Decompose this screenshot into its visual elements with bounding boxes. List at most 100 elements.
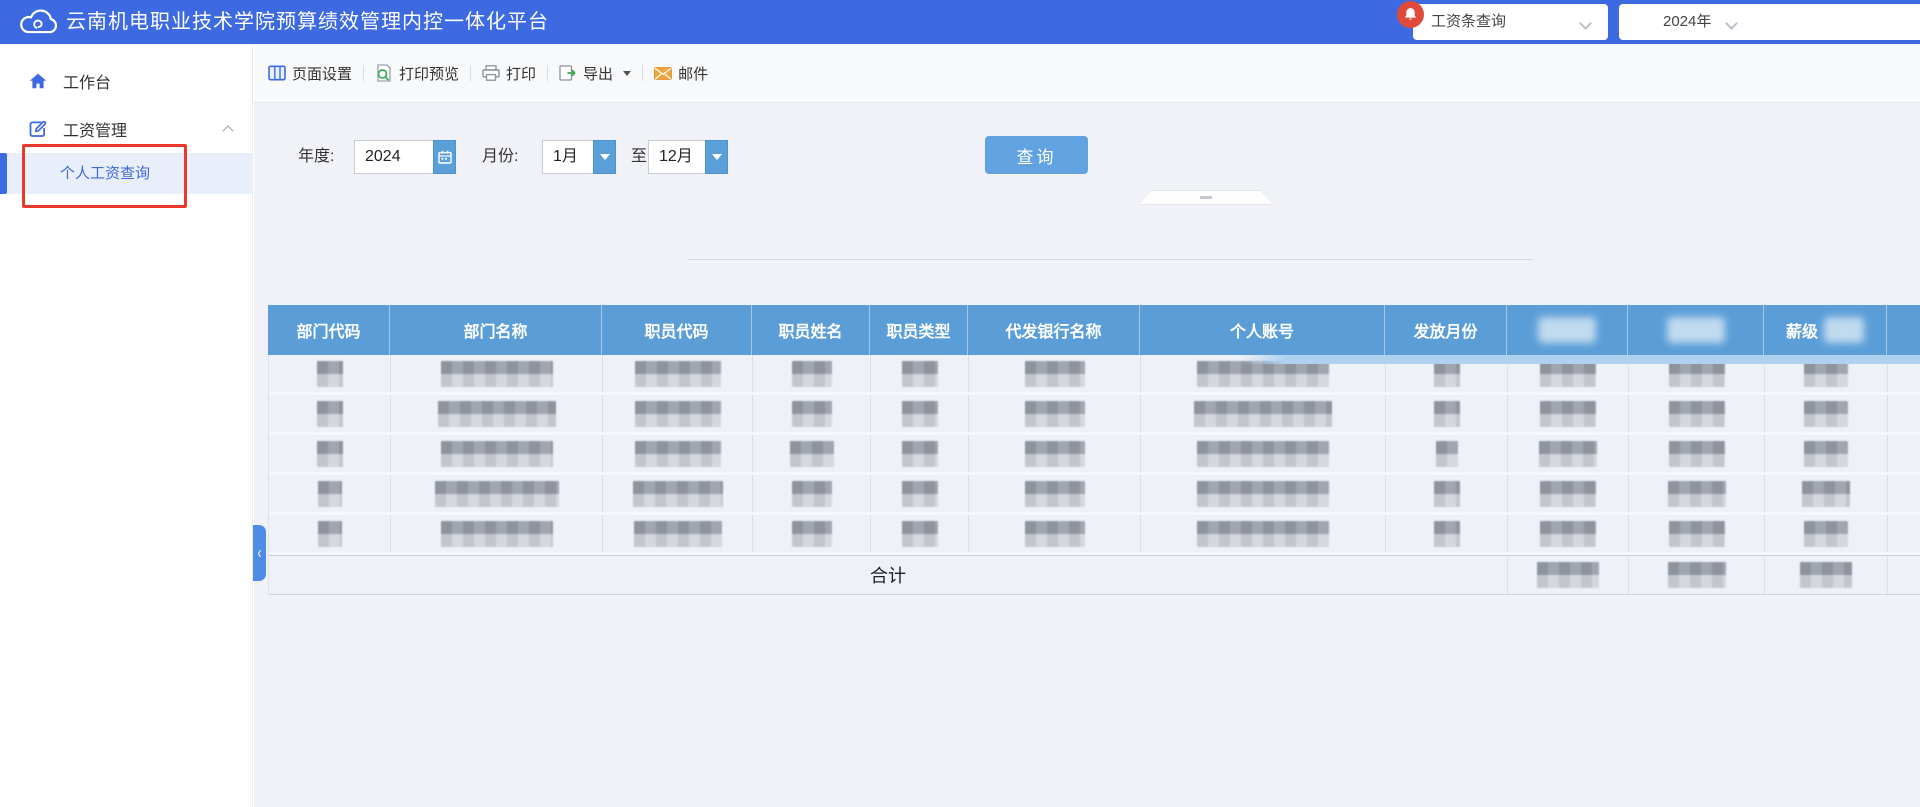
horizontal-scrollbar[interactable] xyxy=(1240,355,1920,364)
column-header: 职员类型 xyxy=(870,305,968,355)
print-button[interactable]: 打印 xyxy=(482,63,536,84)
table-cell xyxy=(603,435,753,472)
page-settings-button[interactable]: 页面设置 xyxy=(268,63,352,84)
table-row[interactable] xyxy=(269,515,1920,555)
redacted-value xyxy=(1669,361,1725,387)
cloud-logo-icon xyxy=(16,7,60,37)
redacted-value xyxy=(1025,441,1085,467)
table-cell xyxy=(871,475,969,512)
year-input[interactable]: 2024 xyxy=(354,140,433,174)
chevron-down-icon xyxy=(1725,17,1738,30)
search-button[interactable]: 查询 xyxy=(985,136,1088,174)
table-cell xyxy=(753,475,871,512)
redacted-value xyxy=(792,521,832,547)
redacted-value xyxy=(1668,481,1726,507)
calendar-picker-button[interactable] xyxy=(433,140,456,174)
table-row[interactable] xyxy=(269,395,1920,435)
column-header: 职员代码 xyxy=(602,305,752,355)
month-from-dropdown-button[interactable] xyxy=(593,140,616,174)
redacted-value xyxy=(635,401,721,427)
table-cell xyxy=(1888,395,1920,432)
redacted-value xyxy=(634,521,722,547)
payslip-query-select[interactable]: 工资条查询 xyxy=(1413,4,1608,40)
redacted-value xyxy=(1197,441,1329,467)
column-header-label: 职员姓名 xyxy=(778,318,842,342)
redacted-value xyxy=(902,361,938,387)
report-toolbar: 页面设置 打印预览 打印 xyxy=(254,44,1920,103)
sidebar-item-workbench[interactable]: 工作台 xyxy=(0,57,252,105)
chevron-down-icon xyxy=(1579,17,1592,30)
export-icon xyxy=(559,65,577,81)
table-row[interactable] xyxy=(269,435,1920,475)
table-cell xyxy=(753,435,871,472)
export-button[interactable]: 导出 xyxy=(559,63,631,84)
year-select[interactable]: 2024年 xyxy=(1619,4,1920,40)
sidebar-item-personal-salary-query[interactable]: 个人工资查询 xyxy=(0,153,252,194)
column-header xyxy=(1887,305,1920,355)
sidebar-collapse-handle[interactable]: ‹ xyxy=(253,525,266,581)
redacted-value xyxy=(635,361,721,387)
month-from-select: 1月 xyxy=(542,140,616,174)
column-header-label: 薪级 xyxy=(1786,318,1818,342)
total-cell xyxy=(1888,556,1920,594)
redacted-value xyxy=(1804,361,1848,387)
redacted-value xyxy=(635,441,721,467)
table-cell xyxy=(1508,435,1629,472)
month-from-value[interactable]: 1月 xyxy=(542,140,593,174)
table-cell xyxy=(1629,475,1765,512)
redacted-value xyxy=(441,521,553,547)
table-cell xyxy=(603,355,753,392)
edit-icon xyxy=(28,119,48,139)
table-cell xyxy=(391,395,603,432)
redacted-value xyxy=(1197,521,1329,547)
column-header-label: 个人账号 xyxy=(1230,318,1294,342)
table-cell xyxy=(1141,475,1386,512)
table-cell xyxy=(391,475,603,512)
mail-button[interactable]: 邮件 xyxy=(654,63,708,84)
table-cell xyxy=(1386,435,1508,472)
app-window: 云南机电职业技术学院预算绩效管理内控一体化平台 工资条查询 2024年 工作台 xyxy=(0,0,1920,807)
chevron-up-icon[interactable] xyxy=(222,125,233,136)
print-preview-icon xyxy=(375,64,393,82)
month-filter-label: 月份: xyxy=(482,137,518,177)
table-row[interactable] xyxy=(269,475,1920,515)
salary-grid: 部门代码部门名称职员代码职员姓名职员类型代发银行名称个人账号发放月份薪级 合计 xyxy=(268,305,1920,595)
redacted-value xyxy=(1540,481,1596,507)
toolbar-separator xyxy=(642,65,643,81)
table-cell xyxy=(753,515,871,552)
month-to-value[interactable]: 12月 xyxy=(648,140,705,174)
to-label: 至 xyxy=(631,137,647,177)
panel-collapse-toggle[interactable] xyxy=(1139,190,1273,205)
redacted-value xyxy=(902,401,938,427)
redacted-value xyxy=(1025,361,1085,387)
table-cell xyxy=(753,355,871,392)
table-cell xyxy=(1629,515,1765,552)
table-cell xyxy=(969,475,1141,512)
redacted-total-value xyxy=(1668,562,1726,588)
table-cell xyxy=(1141,395,1386,432)
table-cell xyxy=(871,355,969,392)
redacted-value xyxy=(1539,441,1597,467)
top-bar: 云南机电职业技术学院预算绩效管理内控一体化平台 工资条查询 2024年 xyxy=(0,0,1920,44)
table-cell xyxy=(1765,475,1888,512)
month-to-dropdown-button[interactable] xyxy=(705,140,728,174)
caret-down-icon xyxy=(623,71,631,76)
table-total-row: 合计 xyxy=(269,555,1920,595)
print-preview-button[interactable]: 打印预览 xyxy=(375,63,459,84)
column-header-label: 职员代码 xyxy=(644,318,708,342)
table-cell xyxy=(1765,395,1888,432)
total-cell xyxy=(1508,556,1629,594)
toolbar-label: 打印预览 xyxy=(399,63,459,84)
table-cell xyxy=(1629,435,1765,472)
table-cell xyxy=(603,515,753,552)
sidebar-item-salary-management[interactable]: 工资管理 xyxy=(0,105,252,153)
table-cell xyxy=(391,435,603,472)
year-select-value: 2024年 xyxy=(1619,13,1711,30)
column-header: 薪级 xyxy=(1764,305,1887,355)
table-cell xyxy=(269,435,391,472)
redacted-value xyxy=(441,441,553,467)
notification-bell-icon[interactable] xyxy=(1397,1,1424,28)
table-cell xyxy=(1629,395,1765,432)
main-content: 页面设置 打印预览 打印 xyxy=(254,44,1920,807)
column-header: 代发银行名称 xyxy=(968,305,1140,355)
